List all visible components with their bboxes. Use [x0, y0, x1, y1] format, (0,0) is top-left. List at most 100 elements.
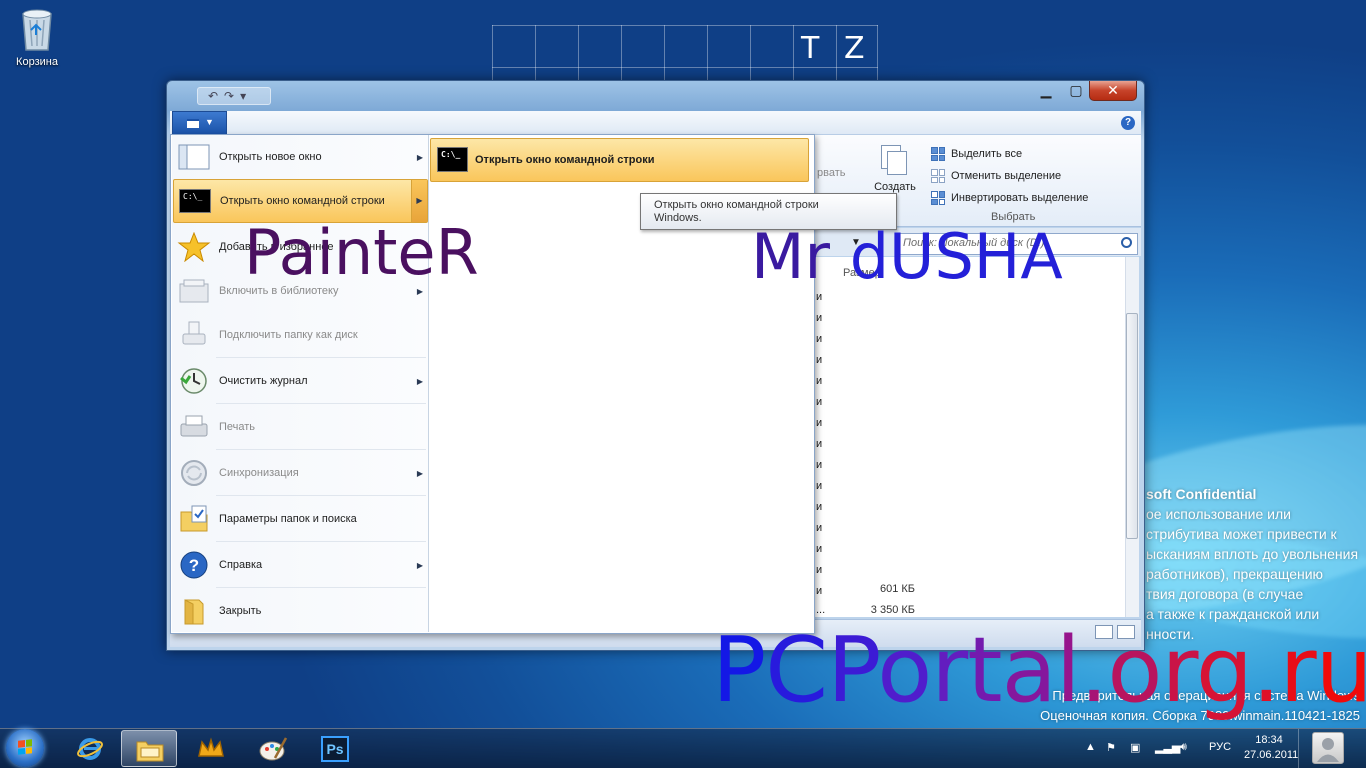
menu-item-close[interactable]: Закрыть [173, 589, 428, 633]
list-item[interactable]: и [816, 543, 822, 555]
painter-overlay-text: PainteR [244, 216, 479, 289]
list-item[interactable]: и [816, 312, 822, 324]
pcportal-text: PCPortal.org.ru [712, 618, 1366, 723]
user-avatar[interactable] [1312, 732, 1344, 764]
select-none-button[interactable]: Отменить выделение [931, 165, 1107, 187]
menu-divider [428, 135, 429, 632]
menu-item-print[interactable]: Печать [173, 405, 428, 449]
submenu-item-open-command-prompt[interactable]: C:\_ Открыть окно командной строки [430, 138, 809, 182]
pcportal-letter: r [931, 618, 968, 723]
taskbar-internet-explorer[interactable] [62, 730, 118, 767]
list-item[interactable]: и [816, 564, 822, 576]
printer-icon [177, 412, 211, 442]
list-item[interactable]: и [816, 459, 822, 471]
explorer-folder-icon [136, 741, 164, 762]
volume-icon[interactable]: 🔊︎ [1180, 741, 1187, 754]
list-item[interactable]: и [816, 417, 822, 429]
internet-explorer-icon [77, 738, 103, 760]
recycle-bin-label: Корзина [16, 56, 58, 68]
network-signal-icon[interactable]: ▂▃▅ [1155, 741, 1180, 754]
dusha-text: dUSHA [849, 220, 1063, 293]
create-label: Создать [874, 181, 916, 193]
select-all-icon [931, 147, 945, 161]
watermark-title: soft Confidential [1146, 486, 1257, 502]
file-menu-button[interactable]: ▼ [172, 111, 227, 134]
language-indicator[interactable]: РУС [1209, 741, 1231, 753]
cmd-icon: C:\_ [437, 147, 468, 172]
pcportal-overlay-text: PCPortal.org.ru [712, 626, 1366, 716]
help-icon: ? [177, 550, 211, 580]
pcportal-letter: r [1279, 618, 1317, 723]
question-icon[interactable]: ? [1121, 116, 1135, 130]
menu-item-open-new-window[interactable]: Открыть новое окно ▶ [173, 135, 428, 179]
grid-letter: T [801, 31, 820, 66]
list-item[interactable]: и [816, 585, 822, 597]
search-icon [1121, 237, 1132, 248]
list-item[interactable]: и [816, 501, 822, 513]
action-center-flag-icon[interactable]: ⚑ [1106, 741, 1116, 754]
pcportal-letter: P [712, 618, 766, 723]
show-desktop-divider [1298, 729, 1299, 768]
menu-item-label: Закрыть [219, 605, 262, 617]
quick-access-toolbar[interactable]: ↶↷▾ [197, 87, 271, 105]
pcportal-letter: t [967, 618, 1002, 723]
list-item[interactable]: и [816, 438, 822, 450]
recycle-bin-shortcut[interactable]: Корзина [8, 6, 66, 68]
list-item[interactable]: и [816, 396, 822, 408]
create-button[interactable]: Создать [867, 143, 923, 193]
menu-separator [216, 357, 426, 358]
pcportal-letter: l [1055, 618, 1081, 723]
recycle-bin-icon [17, 6, 57, 52]
library-icon [177, 276, 211, 306]
pcportal-letter: a [1001, 618, 1057, 723]
svg-text:?: ? [189, 556, 199, 575]
mr-text: Mr [751, 220, 850, 293]
taskbar-paint[interactable] [245, 730, 301, 767]
network-drive-icon [177, 320, 211, 350]
taskbar-explorer[interactable] [121, 730, 177, 767]
list-item[interactable]: и [816, 522, 822, 534]
list-item-ellipsis: ... [816, 604, 826, 616]
minimize-button[interactable]: ▁ [1033, 81, 1059, 101]
menu-item-sync[interactable]: Синхронизация ▶ [173, 451, 428, 495]
menu-item-help[interactable]: ? Справка ▶ [173, 543, 428, 587]
menu-item-label: Открыть окно командной строки [220, 195, 385, 207]
menu-item-folder-options[interactable]: Параметры папок и поиска [173, 497, 428, 541]
ribbon-faded-label: рвать [817, 167, 846, 179]
chevron-down-icon: ▼ [205, 117, 214, 127]
file-size: 3 350 КБ [870, 604, 915, 616]
invert-selection-label: Инвертировать выделение [951, 192, 1089, 204]
watermark-line: твия договора (в случае [1146, 586, 1304, 602]
user-icon [1317, 738, 1339, 762]
menu-item-label: Справка [219, 559, 263, 571]
taskbar-crown-app[interactable] [183, 730, 239, 767]
pcportal-letter: u [1315, 618, 1366, 723]
chevron-right-icon: ▶ [416, 152, 424, 162]
start-button[interactable] [6, 729, 44, 767]
list-item[interactable]: и [816, 354, 822, 366]
clock-time: 18:34 [1255, 734, 1283, 746]
menu-item-map-network-drive[interactable]: Подключить папку как диск [173, 313, 428, 357]
pcportal-letter: r [1161, 618, 1196, 723]
close-button[interactable]: ✕ [1089, 81, 1137, 101]
select-all-button[interactable]: Выделить все [931, 143, 1107, 165]
device-icon[interactable]: ▣ [1130, 741, 1140, 754]
show-hidden-icons-icon[interactable]: ▲ [1085, 741, 1096, 753]
list-item[interactable]: и [816, 375, 822, 387]
menu-item-label: Подключить папку как диск [219, 329, 358, 341]
invert-selection-button[interactable]: Инвертировать выделение [931, 187, 1107, 209]
new-document-icon [879, 143, 911, 177]
select-all-label: Выделить все [951, 148, 1023, 160]
list-item[interactable]: и [816, 333, 822, 345]
close-folder-icon [177, 596, 211, 626]
taskbar-photoshop[interactable]: Ps [307, 730, 363, 767]
select-none-icon [931, 169, 945, 183]
watermark-line: работников), прекращению [1146, 566, 1324, 582]
list-item[interactable]: и [816, 480, 822, 492]
menu-item-clear-history[interactable]: Очистить журнал ▶ [173, 359, 428, 403]
maximize-button[interactable]: ▢ [1063, 81, 1089, 101]
folder-options-icon [177, 504, 211, 534]
system-clock[interactable]: 18:34 27.06.2011 [1244, 733, 1298, 763]
scrollbar-thumb[interactable] [1126, 313, 1138, 539]
photoshop-label: Ps [326, 741, 344, 757]
